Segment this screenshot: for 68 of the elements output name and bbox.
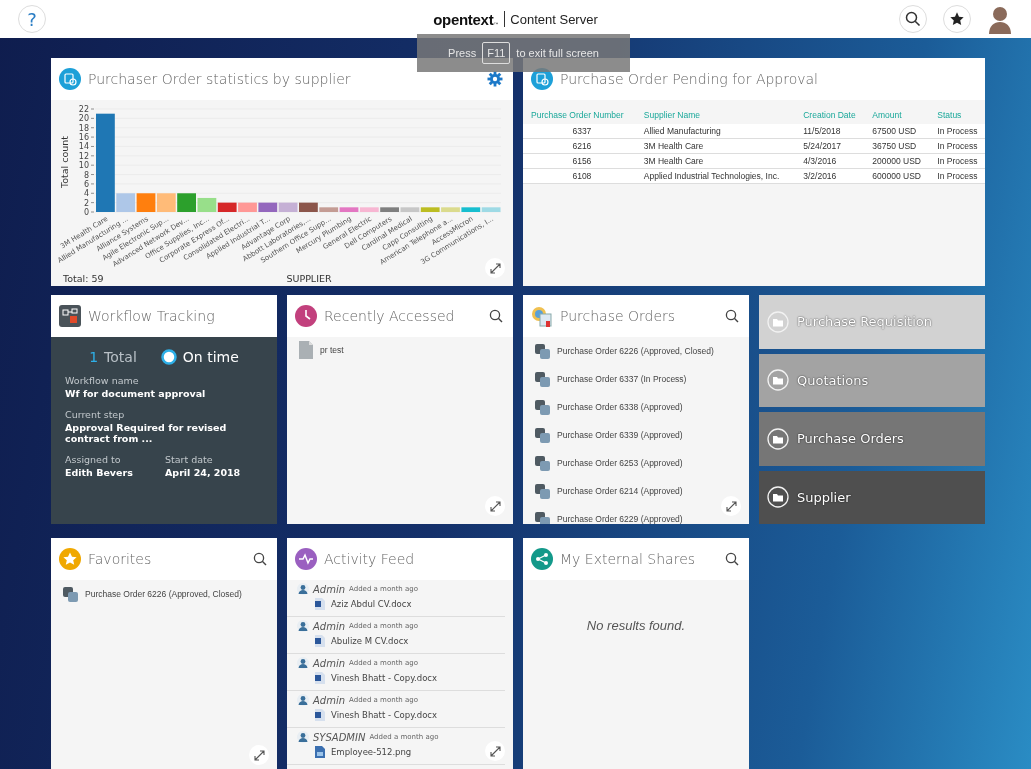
widget-title: Recently Accessed xyxy=(324,308,456,324)
file-link[interactable]: Abulize M CV.docx xyxy=(297,632,409,650)
widget-title: My External Shares xyxy=(560,551,697,567)
tick-label: 16 xyxy=(78,133,89,143)
field-value: Approval Required for revised contract from ... xyxy=(65,422,228,444)
tick-label: 6 xyxy=(83,179,89,189)
field-label: Workflow name xyxy=(65,375,140,386)
file-link[interactable]: Aziz Abdul CV.docx xyxy=(297,595,412,613)
notice-text: to exit full screen xyxy=(516,47,599,59)
table-cell: 67500 USD xyxy=(864,124,930,139)
field-value: Wf for document approval xyxy=(65,388,207,399)
user-name[interactable]: Admin xyxy=(313,694,346,706)
table-cell: 6337 xyxy=(523,124,636,139)
widget-title: Purchaser Order statistics by supplier xyxy=(88,71,352,87)
tick-label: 8 xyxy=(83,170,89,180)
tick-label: 12 xyxy=(78,151,89,161)
tick-label: 10 xyxy=(78,161,89,171)
list-item[interactable]: Purchase Order 6226 (Approved, Closed) xyxy=(523,337,749,365)
empty-message: No results found. xyxy=(585,618,687,633)
list-item[interactable]: pr test xyxy=(287,337,513,363)
file-link[interactable]: Vinesh Bhatt - Copy.docx xyxy=(297,669,438,687)
list-item[interactable]: Purchase Order 6226 (Approved, Closed) xyxy=(51,580,277,608)
field-value: Edith Bevers xyxy=(65,467,134,478)
product-name: Content Server xyxy=(510,11,598,27)
tick-label: 0 xyxy=(83,208,89,217)
table-cell: Allied Manufacturing xyxy=(635,124,796,139)
user-name[interactable]: Admin xyxy=(313,620,346,632)
total-count: 1 xyxy=(89,349,99,365)
list-item[interactable]: Purchase Order 6339 (Approved) xyxy=(523,421,749,449)
notice-text: Press xyxy=(448,47,477,59)
table-cell: 11/5/2018 xyxy=(795,124,865,139)
widget-title: Purchase Order Pending for Approval xyxy=(560,71,819,87)
status-label: On time xyxy=(182,349,239,365)
help-button[interactable]: ? xyxy=(18,5,46,33)
list-item[interactable]: Purchase Order 6337 (In Process) xyxy=(523,365,749,393)
table-cell: In Process xyxy=(929,124,985,139)
widget-title: Workflow Tracking xyxy=(88,308,216,324)
tick-label: 14 xyxy=(78,142,89,152)
user-name[interactable]: Admin xyxy=(313,583,346,595)
field-label: Start date xyxy=(165,454,214,465)
total-label: Total xyxy=(104,349,137,365)
tick-label: 18 xyxy=(78,123,89,133)
list-item[interactable]: Purchase Order 6338 (Approved) xyxy=(523,393,749,421)
user-name[interactable]: SYSADMIN xyxy=(313,731,366,743)
keyboard-key: F11 xyxy=(482,42,511,64)
tick-label: 2 xyxy=(83,198,89,208)
axis-title: SUPPLIER xyxy=(286,273,332,284)
logo-text: opentext xyxy=(433,10,494,28)
tick-label: 4 xyxy=(83,189,89,199)
folder-tile[interactable]: Supplier xyxy=(759,470,985,524)
folder-tile[interactable]: Purchase Orders xyxy=(759,412,985,466)
widget-title: Favorites xyxy=(88,551,153,567)
user-name[interactable]: Admin xyxy=(313,657,346,669)
file-link[interactable]: Employee-512.png xyxy=(297,743,412,761)
tick-label: 22 xyxy=(78,105,89,114)
tick-label: 20 xyxy=(78,114,89,124)
list-item[interactable]: Purchase Order 6229 (Approved) xyxy=(523,505,749,524)
list-item[interactable]: Purchase Order 6253 (Approved) xyxy=(523,449,749,477)
field-label: Assigned to xyxy=(65,454,122,465)
field-label: Current step xyxy=(65,409,126,420)
field-value: April 24, 2018 xyxy=(165,467,242,478)
list-item[interactable]: Purchase Order 6214 (Approved) xyxy=(523,477,749,505)
total-count: Total: 59 xyxy=(63,273,104,284)
widget-title: Purchase Orders xyxy=(560,308,677,324)
axis-title: Total count xyxy=(59,136,70,188)
folder-tile[interactable]: Purchase Requisition xyxy=(759,295,985,349)
widget-title: Activity Feed xyxy=(324,551,416,567)
file-link[interactable]: Vinesh Bhatt - Copy.docx xyxy=(297,706,438,724)
